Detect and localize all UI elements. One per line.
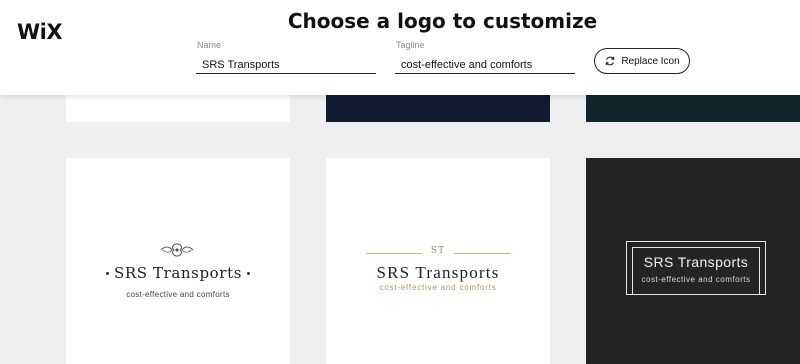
logo2-tagline: cost-effective and comforts [379, 283, 497, 292]
logo1-tagline: cost-effective and comforts [126, 290, 230, 299]
ornament-dot [247, 272, 250, 275]
logo2-business-name: SRS Transports [376, 263, 500, 282]
logo3-tagline: cost-effective and comforts [641, 275, 751, 284]
tagline-input[interactable] [395, 56, 575, 74]
logo1-business-name: SRS Transports [113, 264, 243, 282]
replace-icon-button[interactable]: Replace Icon [594, 48, 690, 74]
name-field-label: Name [197, 40, 222, 50]
refresh-icon [605, 56, 615, 66]
page-title: Choose a logo to customize [287, 9, 598, 33]
logo-card-2[interactable] [326, 158, 550, 364]
logo-card-1[interactable] [66, 158, 290, 364]
name-input[interactable] [196, 56, 376, 74]
tagline-field-label: Tagline [396, 40, 425, 50]
logo2-monogram: ST [430, 246, 446, 256]
gold-rule-right [454, 253, 510, 254]
replace-icon-label: Replace Icon [621, 55, 680, 67]
top-header: WiX Choose a logo to customize Name Tagl… [0, 0, 800, 95]
flourish-ornament-icon [160, 243, 194, 257]
logo3-business-name: SRS Transports [643, 254, 749, 270]
